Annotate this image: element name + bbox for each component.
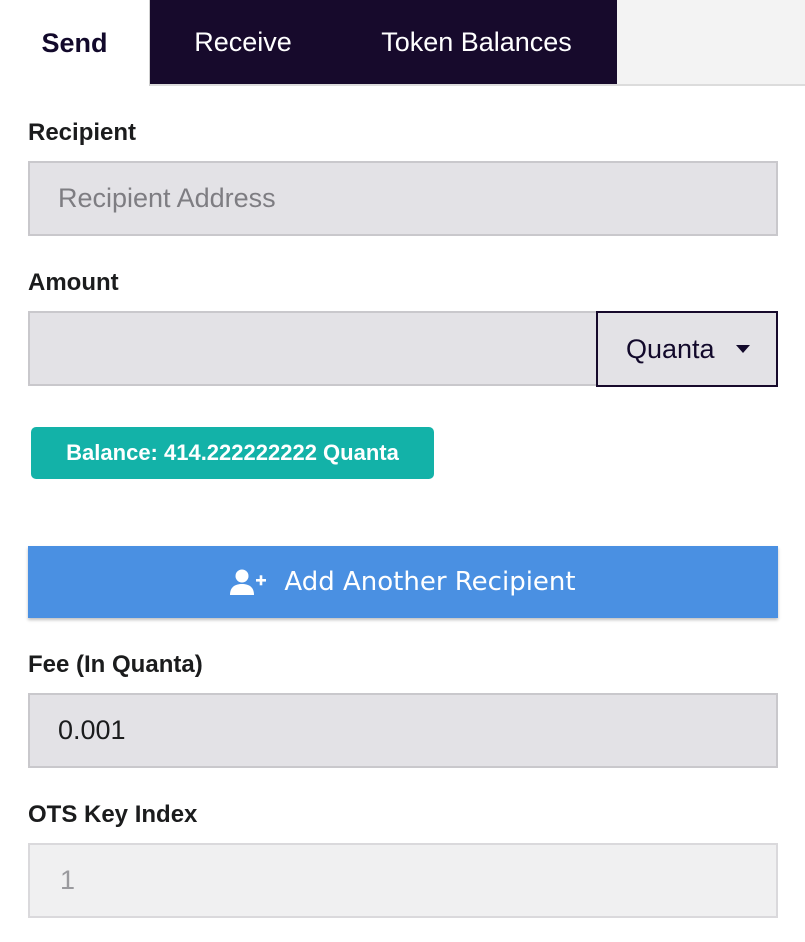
tab-bar: Send Receive Token Balances [0,0,805,86]
fee-label: Fee (In Quanta) [28,651,203,678]
tab-token-balances[interactable]: Token Balances [336,0,617,84]
ots-key-index-input[interactable] [28,843,778,918]
balance-badge: Balance: 414.222222222 Quanta [31,427,434,479]
amount-input[interactable] [28,311,598,386]
tab-receive[interactable]: Receive [150,0,336,84]
user-plus-icon [230,568,267,596]
tab-send[interactable]: Send [0,0,150,86]
add-another-recipient-label: Add Another Recipient [284,567,576,597]
recipient-address-input[interactable] [28,161,778,236]
recipient-label: Recipient [28,119,137,146]
amount-unit-dropdown[interactable]: Quanta [596,311,778,387]
ots-key-index-label: OTS Key Index [28,801,198,828]
fee-input[interactable] [28,693,778,768]
amount-label: Amount [28,269,119,296]
add-another-recipient-button[interactable]: Add Another Recipient [28,546,778,618]
chevron-down-icon [736,345,750,353]
amount-unit-value: Quanta [626,333,715,364]
